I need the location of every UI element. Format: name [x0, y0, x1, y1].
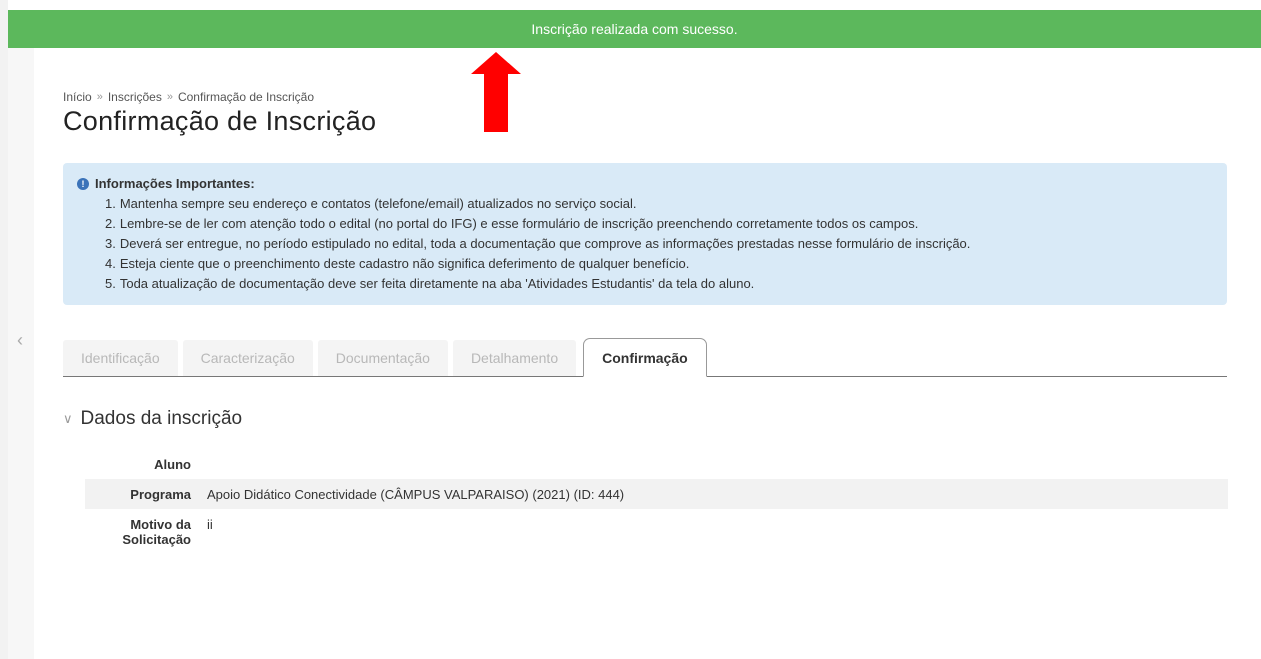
breadcrumb-separator: »	[166, 91, 173, 103]
tab-identificacao[interactable]: Identificação	[63, 340, 178, 376]
field-label-aluno: Aluno	[154, 457, 191, 472]
left-gutter	[0, 0, 8, 659]
table-row-programa: Programa Apoio Didático Conectividade (C…	[85, 479, 1228, 509]
table-row-aluno: Aluno	[85, 450, 1228, 479]
breadcrumb-inicio[interactable]: Início	[63, 90, 92, 104]
chevron-down-icon: ∨	[63, 411, 73, 426]
page-title: Confirmação de Inscrição	[63, 106, 377, 136]
collapsed-sidebar	[8, 48, 34, 659]
tab-detalhamento[interactable]: Detalhamento	[452, 340, 577, 376]
info-item: 5. Toda atualização de documentação deve …	[105, 276, 755, 291]
section-dados-inscricao-toggle[interactable]: ∨ Dados da inscrição	[63, 408, 242, 430]
tab-documentacao[interactable]: Documentação	[317, 340, 448, 376]
breadcrumb: Início » Inscrições » Confirmação de Ins…	[63, 90, 314, 104]
breadcrumb-separator: »	[96, 91, 103, 103]
info-item: 2. Lembre-se de ler com atenção todo o ed…	[105, 216, 919, 231]
red-up-arrow-annotation	[471, 52, 521, 132]
info-list: 1. Mantenha sempre seu endereço e contato…	[77, 194, 1213, 294]
success-message: Inscrição realizada com sucesso.	[531, 21, 738, 37]
breadcrumb-inscricoes[interactable]: Inscrições	[108, 90, 162, 104]
breadcrumb-current: Confirmação de Inscrição	[177, 90, 315, 104]
section-title: Dados da inscrição	[80, 408, 243, 429]
info-title: ! Informações Importantes:	[77, 176, 1213, 191]
field-value-programa: Apoio Didático Conectividade (CÂMPUS VAL…	[207, 486, 625, 502]
info-item: 4. Esteja ciente que o preenchimento dest…	[105, 256, 690, 271]
important-info-box: ! Informações Importantes: 1. Mantenha se…	[63, 163, 1227, 305]
table-row-motivo: Motivo da Solicitação ii	[85, 509, 1228, 551]
info-item: 3. Deverá ser entregue, no período estipu…	[105, 236, 971, 251]
tab-confirmacao[interactable]: Confirmação	[583, 338, 707, 377]
info-circle-icon: !	[77, 177, 89, 190]
field-label-motivo: Motivo da Solicitação	[122, 517, 191, 547]
info-item: 1. Mantenha sempre seu endereço e contato…	[105, 196, 637, 211]
chevron-left-icon[interactable]: ‹	[12, 330, 28, 350]
inscription-data-table: Aluno Programa Apoio Didático Conectivid…	[85, 450, 1228, 551]
success-banner: Inscrição realizada com sucesso.	[8, 10, 1261, 48]
tab-caracterizacao[interactable]: Caracterização	[182, 340, 313, 376]
info-title-text: Informações Importantes:	[95, 176, 255, 191]
field-label-programa: Programa	[130, 486, 191, 502]
form-tabs: Identificação Caracterização Documentaçã…	[63, 338, 1227, 377]
field-value-motivo: ii	[207, 517, 213, 532]
